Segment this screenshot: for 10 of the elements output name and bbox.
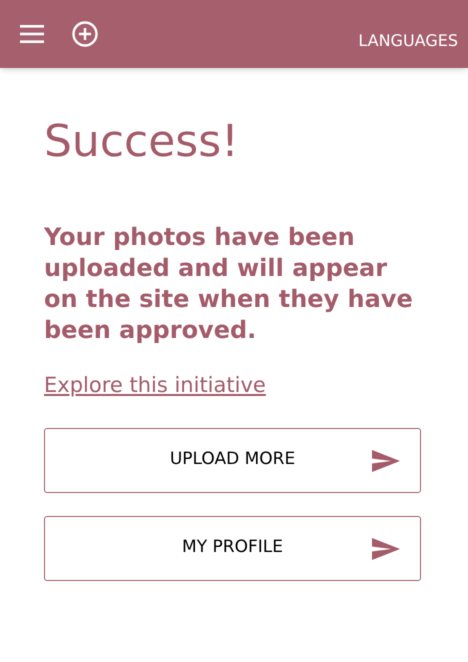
menu-icon[interactable] — [20, 25, 44, 43]
page-title: Success! — [44, 115, 240, 169]
action-button[interactable]: UPLOAD MORE — [44, 428, 421, 492]
success-message: Your photos have been uploaded and will appear on the site when they have been approved. — [44, 222, 414, 346]
send-icon — [372, 450, 400, 472]
action-button[interactable]: MY PROFILE — [44, 516, 421, 580]
explore-link[interactable]: Explore this initiative — [44, 370, 266, 402]
languages-link[interactable]: LANGUAGES — [358, 29, 458, 53]
send-icon — [372, 538, 400, 560]
add-icon[interactable] — [72, 21, 98, 47]
